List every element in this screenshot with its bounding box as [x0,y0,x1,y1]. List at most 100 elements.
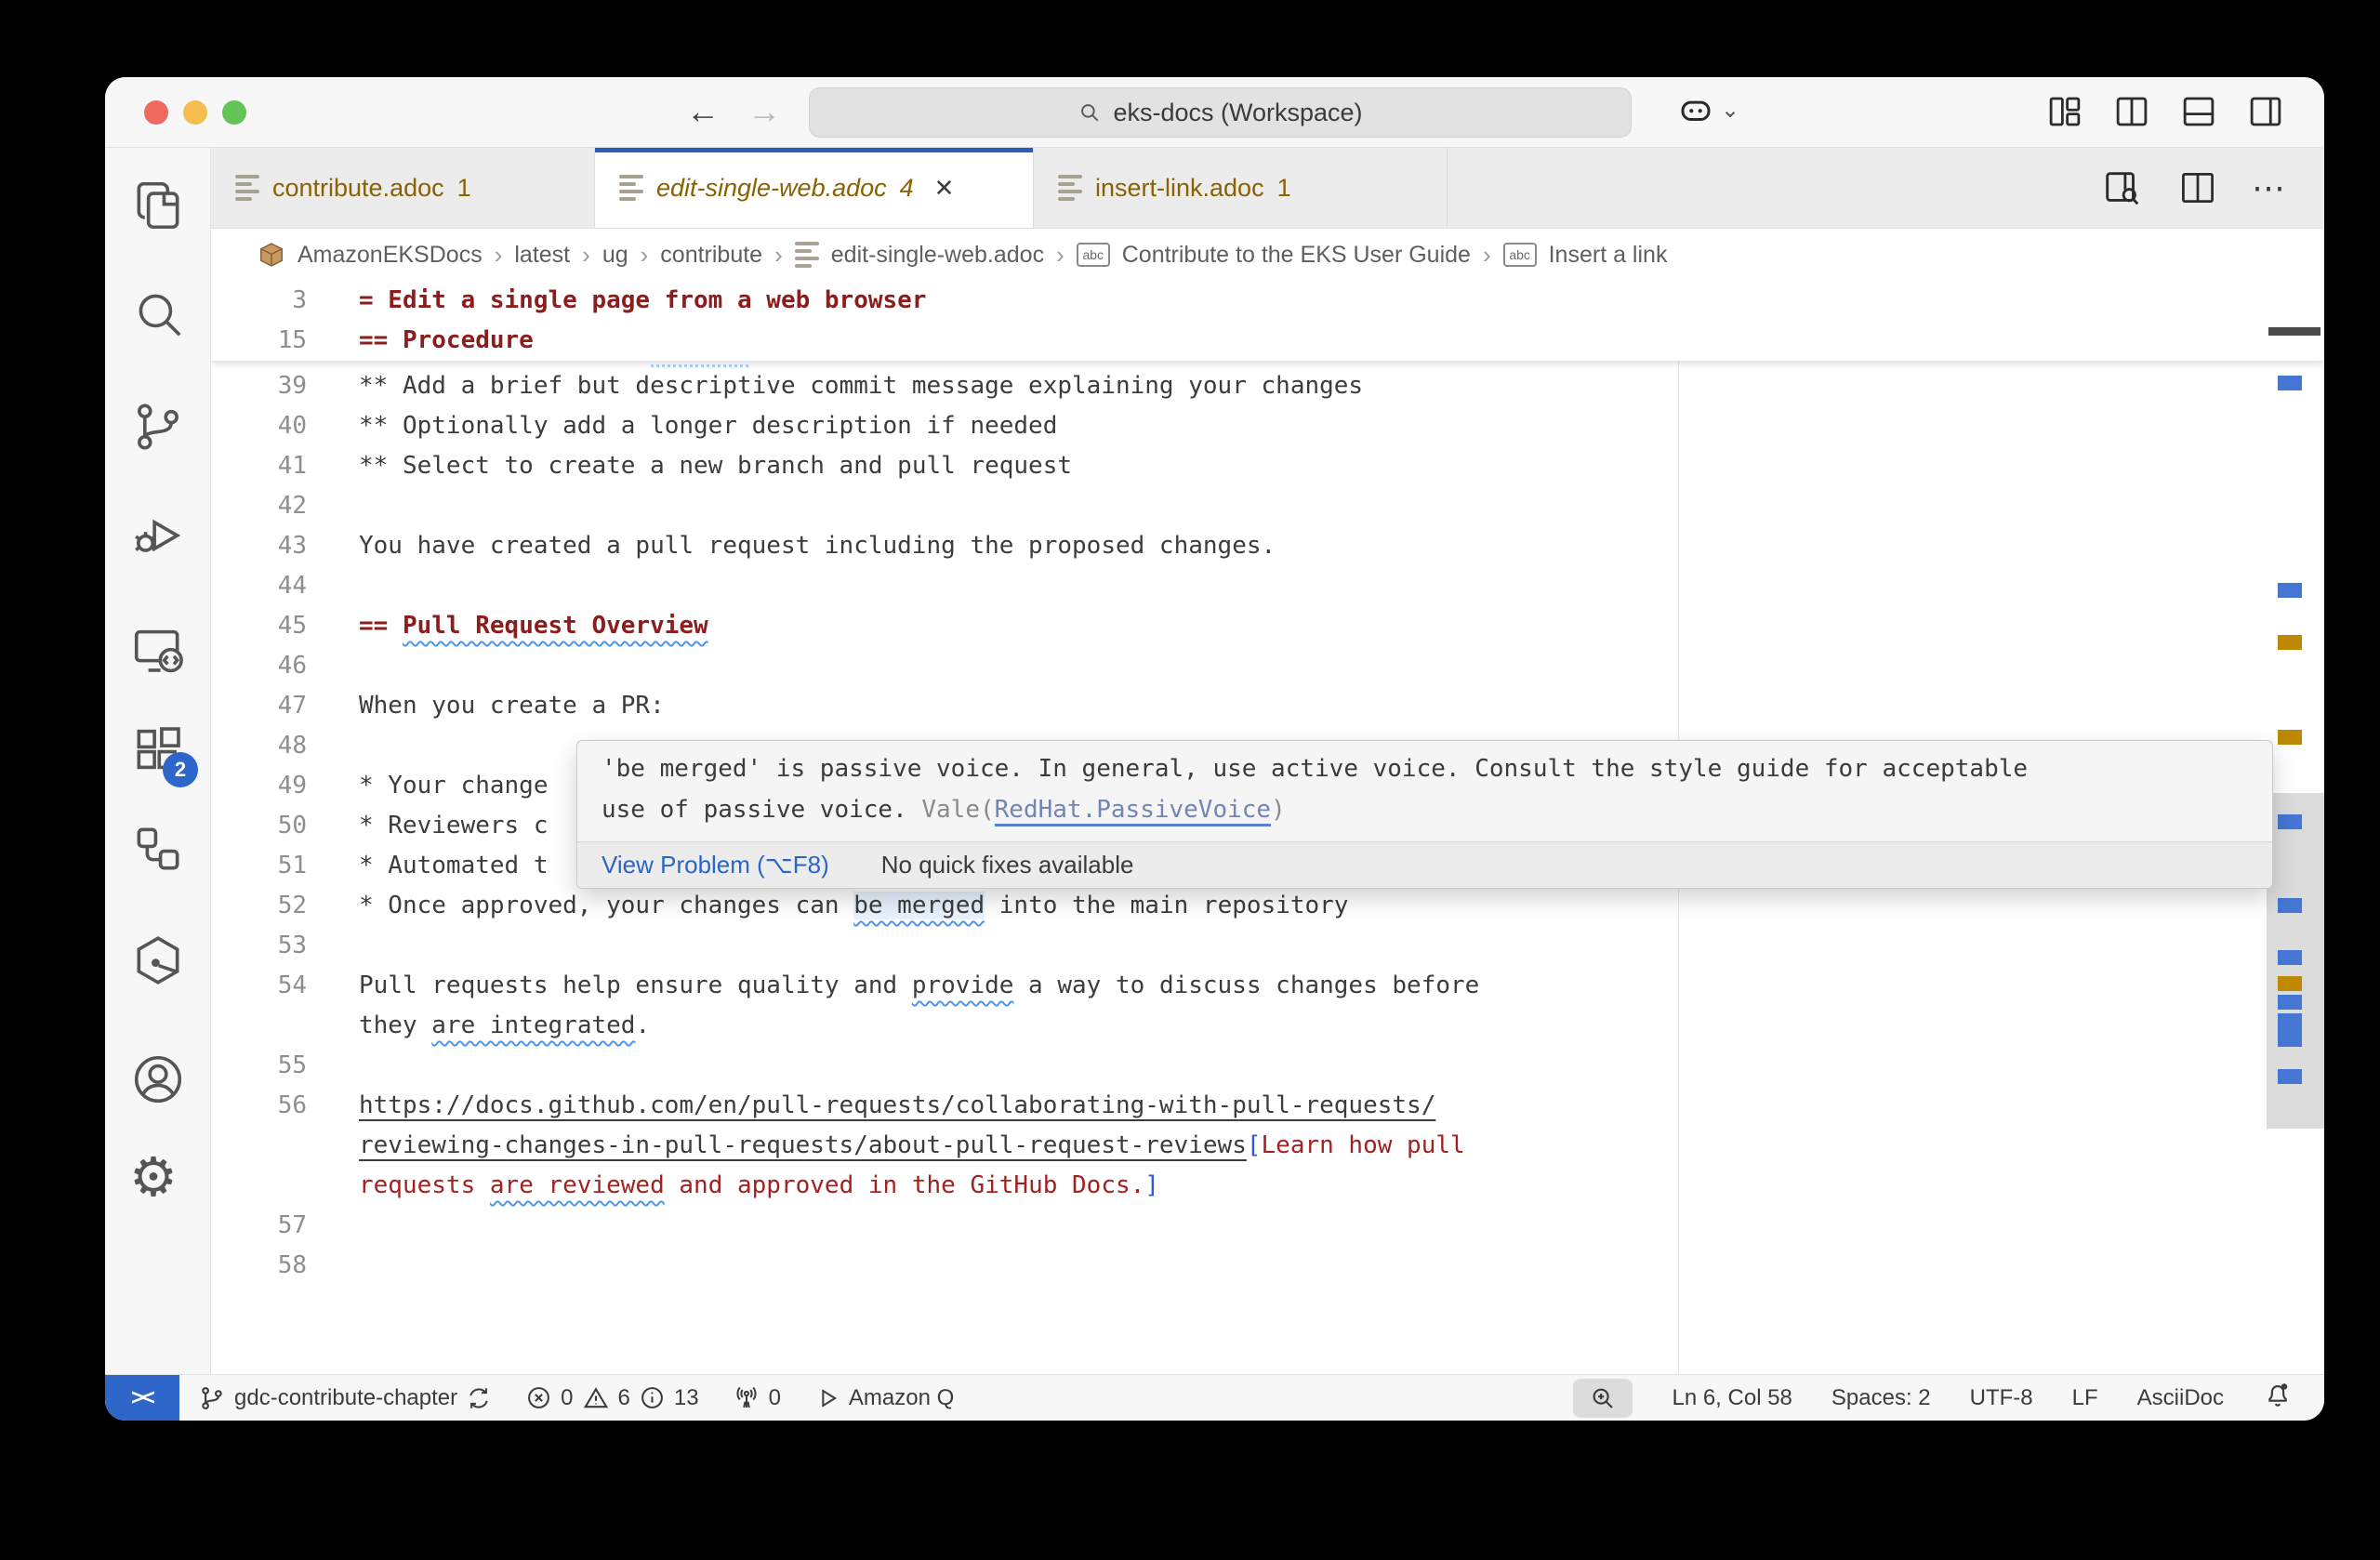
editor-actions: ⋯ [2101,148,2324,228]
search-icon [129,284,187,342]
code-line-wrap[interactable]: they are integrated. [211,1006,2259,1046]
eol-setting[interactable]: LF [2072,1385,2098,1411]
line-text: You have created a pull request includin… [359,526,1276,566]
code-line-40[interactable]: 40** Optionally add a longer description… [211,406,2259,446]
breadcrumb-item[interactable]: ug [602,242,628,269]
notifications-bell[interactable] [2263,1380,2293,1416]
toggle-secondary-sidebar-icon[interactable] [2246,92,2285,131]
tab-insert-link.adoc[interactable]: insert-link.adoc1 [1034,148,1448,228]
sidebar-item-search[interactable] [129,284,187,342]
problem-rule-link[interactable]: RedHat.PassiveVoice [995,796,1271,826]
sidebar-item-run-debug[interactable] [129,507,187,564]
code-line-43[interactable]: 43You have created a pull request includ… [211,526,2259,566]
amazon-q-hexagon-icon [129,932,187,989]
code-line-wrap[interactable]: reviewing-changes-in-pull-requests/about… [211,1126,2259,1166]
sticky-heading: = Edit a single page from a web browser [359,281,926,321]
breadcrumb-item[interactable]: AmazonEKSDocs [298,242,483,269]
gear-icon: ⚙ [129,1147,178,1208]
indentation-setting[interactable]: Spaces: 2 [1831,1385,1931,1411]
code-line-56[interactable]: 56https://docs.github.com/en/pull-reques… [211,1086,2259,1126]
problem-source-suffix: ) [1271,796,1286,824]
code-line-39[interactable]: 39** Add a brief but descriptive commit … [211,366,2259,406]
toggle-primary-sidebar-icon[interactable] [2112,92,2151,131]
sidebar-item-extensions[interactable]: 2 [129,721,187,778]
sidebar-item-source-control[interactable] [129,398,187,456]
toggle-panel-icon[interactable] [2179,92,2218,131]
bell-icon [2263,1380,2293,1409]
sticky-line-15[interactable]: 15== Procedure [211,321,2324,361]
code-line-45[interactable]: 45== Pull Request Overview [211,606,2259,646]
branch-name: gdc-contribute-chapter [234,1385,457,1411]
view-problem-link[interactable]: View Problem (⌥F8) [602,851,829,879]
breadcrumb-item[interactable]: contribute [660,242,762,269]
code-line-44[interactable]: 44 [211,566,2259,606]
editor-pane[interactable]: 39** Add a brief but descriptive commit … [211,281,2324,1374]
split-editor-icon[interactable] [2177,167,2218,208]
zoom-in-icon [1589,1384,1617,1412]
code-line-wrap[interactable]: requests are reviewed and approved in th… [211,1166,2259,1206]
customize-layout-icon[interactable] [2045,92,2084,131]
line-text: * Your change [359,766,549,806]
cursor-position[interactable]: Ln 6, Col 58 [1672,1385,1792,1411]
zoom-status-button[interactable] [1573,1379,1633,1418]
sidebar-item-amazon-q-hexagon[interactable] [129,932,187,989]
hidden-line-squiggle [651,363,748,367]
breadcrumb-item[interactable]: Contribute to the EKS User Guide [1122,242,1471,269]
breadcrumb-separator: › [641,241,649,270]
layout-controls [2045,92,2285,131]
code-line-47[interactable]: 47When you create a PR: [211,686,2259,726]
code-line-55[interactable]: 55 [211,1046,2259,1086]
sidebar-item-accounts[interactable] [129,1051,187,1108]
line-number: 42 [211,486,307,526]
ports-status[interactable]: 0 [733,1384,781,1412]
encoding-setting[interactable]: UTF-8 [1970,1385,2033,1411]
info-count: 13 [674,1385,699,1411]
line-text: When you create a PR: [359,686,665,726]
package-icon [258,241,285,269]
language-mode[interactable]: AsciiDoc [2137,1385,2224,1411]
code-line-52[interactable]: 52* Once approved, your changes can be m… [211,886,2259,926]
tab-contribute.adoc[interactable]: contribute.adoc1 [211,148,595,228]
sidebar-item-remote-explorer[interactable] [129,621,187,679]
workspace-title: eks-docs (Workspace) [1113,99,1362,127]
maximize-window-button[interactable] [222,100,246,125]
code-line-46[interactable]: 46 [211,646,2259,686]
adoc-file-icon [1058,175,1082,201]
copilot-menu[interactable]: ⌄ [1676,90,1739,129]
info-marker [2278,995,2302,1010]
command-center-search[interactable]: eks-docs (Workspace) [809,87,1632,138]
code-line-41[interactable]: 41** Select to create a new branch and p… [211,446,2259,486]
vscode-window: ← → eks-docs (Workspace) ⌄ 2 ⚙ [105,77,2324,1421]
code-line-57[interactable]: 57 [211,1206,2259,1246]
breadcrumb-item[interactable]: Insert a link [1549,242,1668,269]
line-number: 41 [211,446,307,486]
breadcrumb-item[interactable]: edit-single-web.adoc [831,242,1044,269]
git-branch-status[interactable]: gdc-contribute-chapter [198,1384,492,1412]
close-icon[interactable]: ✕ [934,174,955,203]
sticky-line-3[interactable]: 3= Edit a single page from a web browser [211,281,2324,321]
warning-count: 6 [618,1385,630,1411]
more-actions-icon[interactable]: ⋯ [2252,168,2289,207]
cursor-marker [2268,327,2320,336]
code-line-58[interactable]: 58 [211,1246,2259,1286]
history-back-icon[interactable]: ← [681,92,724,131]
problems-status[interactable]: 0 6 13 [525,1384,698,1412]
close-window-button[interactable] [144,100,168,125]
sidebar-item-settings-gear[interactable]: ⚙ [129,1149,187,1207]
line-text: Pull requests help ensure quality and pr… [359,966,1479,1006]
breadcrumb-item[interactable]: latest [514,242,570,269]
connected-blocks-icon [129,820,187,878]
code-line-53[interactable]: 53 [211,926,2259,966]
open-preview-icon[interactable] [2101,166,2144,209]
code-line-54[interactable]: 54Pull requests help ensure quality and … [211,966,2259,1006]
minimize-window-button[interactable] [183,100,207,125]
sidebar-item-explorer[interactable] [129,177,187,234]
line-text: https://docs.github.com/en/pull-requests… [359,1086,1435,1126]
history-forward-icon[interactable]: → [743,92,786,131]
sidebar-item-connected-blocks[interactable] [129,820,187,878]
code-line-42[interactable]: 42 [211,486,2259,526]
amazon-q-status[interactable]: Amazon Q [814,1385,954,1411]
remote-indicator[interactable]: >< [105,1375,179,1421]
extensions-badge: 2 [163,752,198,787]
tab-edit-single-web.adoc[interactable]: edit-single-web.adoc4✕ [595,148,1034,228]
